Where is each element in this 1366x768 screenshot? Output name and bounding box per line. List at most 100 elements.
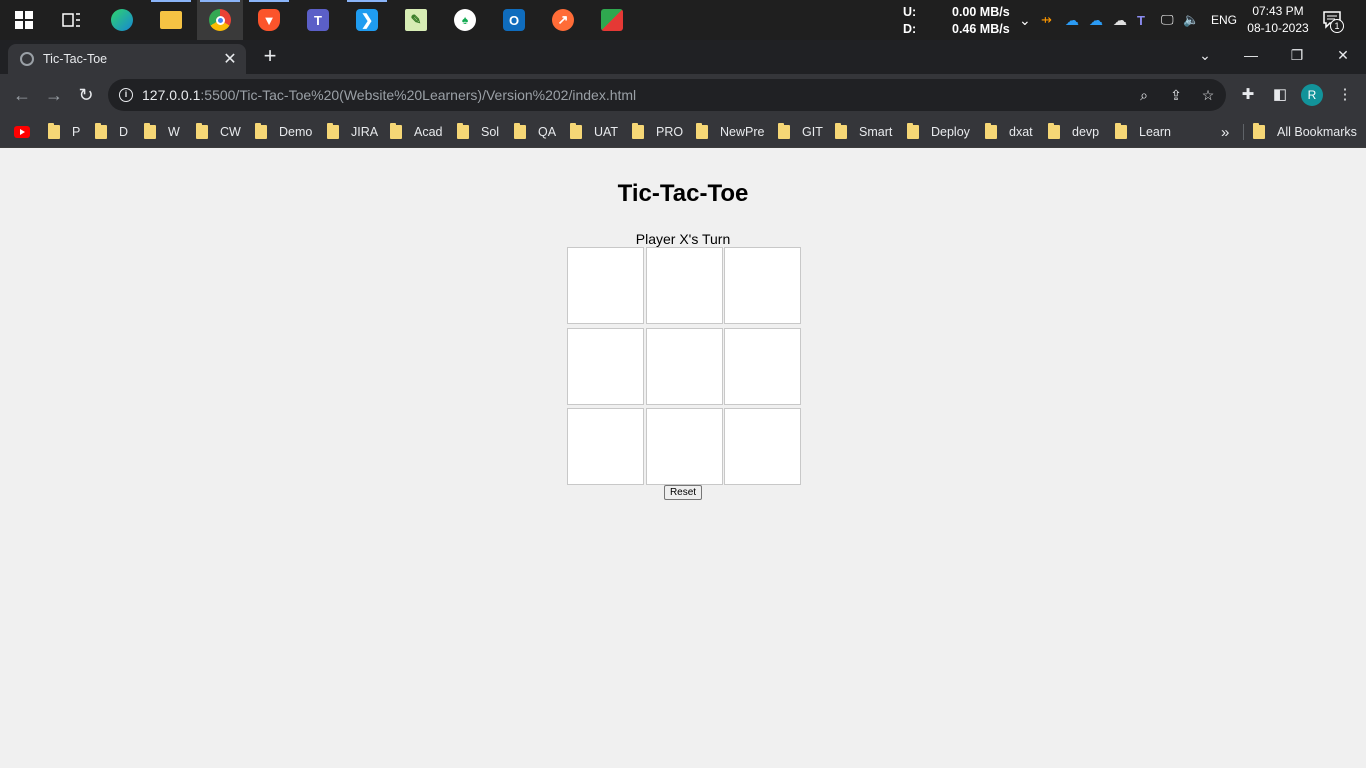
notification-center-button[interactable]: 1: [1322, 9, 1344, 33]
url-path: :5500/Tic-Tac-Toe%20(Website%20Learners)…: [200, 87, 637, 103]
volume-icon[interactable]: 🔈: [1183, 12, 1203, 28]
chrome-icon: [209, 9, 231, 31]
bookmark-folder[interactable]: PRO: [632, 122, 683, 142]
chevron-down-icon: ⌄: [1199, 46, 1211, 63]
brave-taskbar-button[interactable]: ▼: [246, 0, 292, 40]
browser-tab[interactable]: Tic-Tac-Toe ✕: [8, 44, 246, 74]
system-tray: ⌄ ⇸ ☁ ☁ ☁ T 🖵 🔈 ENG: [1019, 0, 1237, 40]
page-title: Tic-Tac-Toe: [617, 180, 749, 207]
vscode-taskbar-button[interactable]: ❯: [344, 0, 390, 40]
onedrive-personal-icon[interactable]: ☁: [1113, 12, 1137, 29]
notepad-taskbar-button[interactable]: ✎: [393, 0, 439, 40]
close-tab-icon[interactable]: ✕: [220, 49, 240, 69]
side-panel-icon[interactable]: ◧: [1269, 84, 1291, 106]
bookmark-folder[interactable]: JIRA: [327, 122, 378, 142]
bookmark-label: Demo: [279, 125, 313, 139]
chevron-up-icon[interactable]: ⌄: [1019, 12, 1035, 29]
all-bookmarks-label: All Bookmarks: [1277, 125, 1357, 139]
more-menu-icon[interactable]: ⋮: [1334, 84, 1356, 106]
bookmark-folder[interactable]: W: [144, 122, 180, 142]
download-speed: 0.46 MB/s: [952, 22, 1010, 36]
bookmark-folder[interactable]: GIT: [778, 122, 823, 142]
language-indicator[interactable]: ENG: [1211, 13, 1237, 27]
folder-icon: [514, 123, 526, 139]
file-explorer-taskbar-button[interactable]: [148, 0, 194, 40]
bookmark-label: PRO: [656, 125, 684, 139]
board-cell[interactable]: [645, 247, 723, 324]
board-cell[interactable]: [645, 408, 723, 485]
clock[interactable]: 07:43 PM 08-10-2023: [1246, 3, 1310, 37]
edge-icon: [111, 9, 133, 31]
minimize-button[interactable]: —: [1228, 40, 1274, 70]
bookmark-folder[interactable]: QA: [514, 122, 556, 142]
bookmark-folder[interactable]: UAT: [570, 122, 618, 142]
site-info-icon[interactable]: i: [119, 88, 133, 102]
all-bookmarks-button[interactable]: All Bookmarks: [1253, 122, 1357, 142]
chrome-taskbar-button[interactable]: [197, 0, 243, 40]
browser-toolbar: ← → ↻ i 127.0.0.1:5500/Tic-Tac-Toe%20(We…: [0, 74, 1366, 116]
close-window-button[interactable]: ✕: [1320, 40, 1366, 70]
windows-logo-icon: [15, 11, 33, 29]
youtube-bookmark[interactable]: [14, 122, 30, 142]
board-cell[interactable]: [567, 408, 644, 485]
bookmark-folder[interactable]: devp: [1048, 122, 1099, 142]
windows-taskbar: ▼ T ❯ ✎ ♠ O ↗ U: 0.00 MB/s D: 0.46 MB/s …: [0, 0, 1366, 40]
bookmark-folder[interactable]: Sol: [457, 122, 499, 142]
folder-icon: [144, 123, 156, 139]
zoom-icon[interactable]: ⌕: [1134, 85, 1154, 105]
teams-taskbar-button[interactable]: T: [295, 0, 341, 40]
extensions-puzzle-icon[interactable]: ✚: [1237, 84, 1259, 106]
back-button[interactable]: ←: [9, 82, 35, 108]
start-button[interactable]: [1, 0, 47, 40]
bookmark-folder[interactable]: Acad: [390, 122, 443, 142]
board-cell[interactable]: [645, 327, 723, 405]
postman-taskbar-button[interactable]: ↗: [540, 0, 586, 40]
url-text[interactable]: 127.0.0.1:5500/Tic-Tac-Toe%20(Website%20…: [142, 87, 636, 103]
restore-button[interactable]: ❐: [1274, 40, 1320, 70]
bookmark-folder[interactable]: Learn: [1115, 122, 1171, 142]
onedrive-business-icon[interactable]: ☁: [1089, 12, 1113, 29]
edge-taskbar-button[interactable]: [99, 0, 145, 40]
bookmark-label: Learn: [1139, 125, 1171, 139]
onedrive-icon[interactable]: ☁: [1065, 12, 1089, 29]
bookmark-folder[interactable]: dxat: [985, 122, 1033, 142]
bookmark-folder[interactable]: Deploy: [907, 122, 970, 142]
board-cell[interactable]: [724, 247, 801, 324]
board-cell[interactable]: [724, 327, 801, 405]
share-icon[interactable]: ⇪: [1166, 85, 1186, 105]
tab-search-button[interactable]: ⌄: [1182, 40, 1228, 70]
bookmark-label: P: [72, 125, 81, 139]
mongodb-taskbar-button[interactable]: ♠: [442, 0, 488, 40]
folder-icon: [196, 123, 208, 139]
bookmark-folder[interactable]: D: [95, 122, 128, 142]
outlook-taskbar-button[interactable]: O: [491, 0, 537, 40]
bookmarks-overflow-button[interactable]: »: [1221, 122, 1229, 142]
profile-avatar[interactable]: R: [1301, 84, 1323, 106]
reload-button[interactable]: ↻: [73, 82, 99, 108]
sync-arrows-icon[interactable]: ⇸: [1041, 12, 1065, 28]
reset-button[interactable]: Reset: [664, 485, 702, 500]
board-cell[interactable]: [567, 247, 644, 324]
download-label: D:: [903, 22, 917, 36]
bookmark-folder[interactable]: NewPre: [696, 122, 764, 142]
bookmark-folder[interactable]: P: [48, 122, 80, 142]
clock-time: 07:43 PM: [1252, 4, 1304, 18]
board-cell[interactable]: [724, 408, 801, 485]
network-icon[interactable]: 🖵: [1161, 12, 1183, 28]
youtube-icon: [14, 126, 30, 138]
task-view-button[interactable]: [48, 0, 94, 40]
board-cell[interactable]: [567, 327, 644, 405]
folder-icon: [907, 123, 919, 139]
forward-button[interactable]: →: [41, 82, 67, 108]
new-tab-button[interactable]: +: [258, 45, 282, 69]
bookmark-folder[interactable]: Demo: [255, 122, 312, 142]
bookmark-star-icon[interactable]: ☆: [1198, 85, 1218, 105]
teams-tray-icon[interactable]: T: [1137, 13, 1161, 28]
bookmarks-bar: P D W CW Demo JIRA Acad Sol QA UAT PRO N…: [0, 116, 1366, 148]
bookmark-folder[interactable]: CW: [196, 122, 241, 142]
address-bar[interactable]: i 127.0.0.1:5500/Tic-Tac-Toe%20(Website%…: [108, 79, 1226, 111]
page-viewport: Tic-Tac-Toe Player X's Turn Reset: [0, 149, 1366, 768]
bookmark-folder[interactable]: Smart: [835, 122, 892, 142]
brave-icon: ▼: [258, 9, 280, 31]
app-taskbar-button[interactable]: [589, 0, 635, 40]
